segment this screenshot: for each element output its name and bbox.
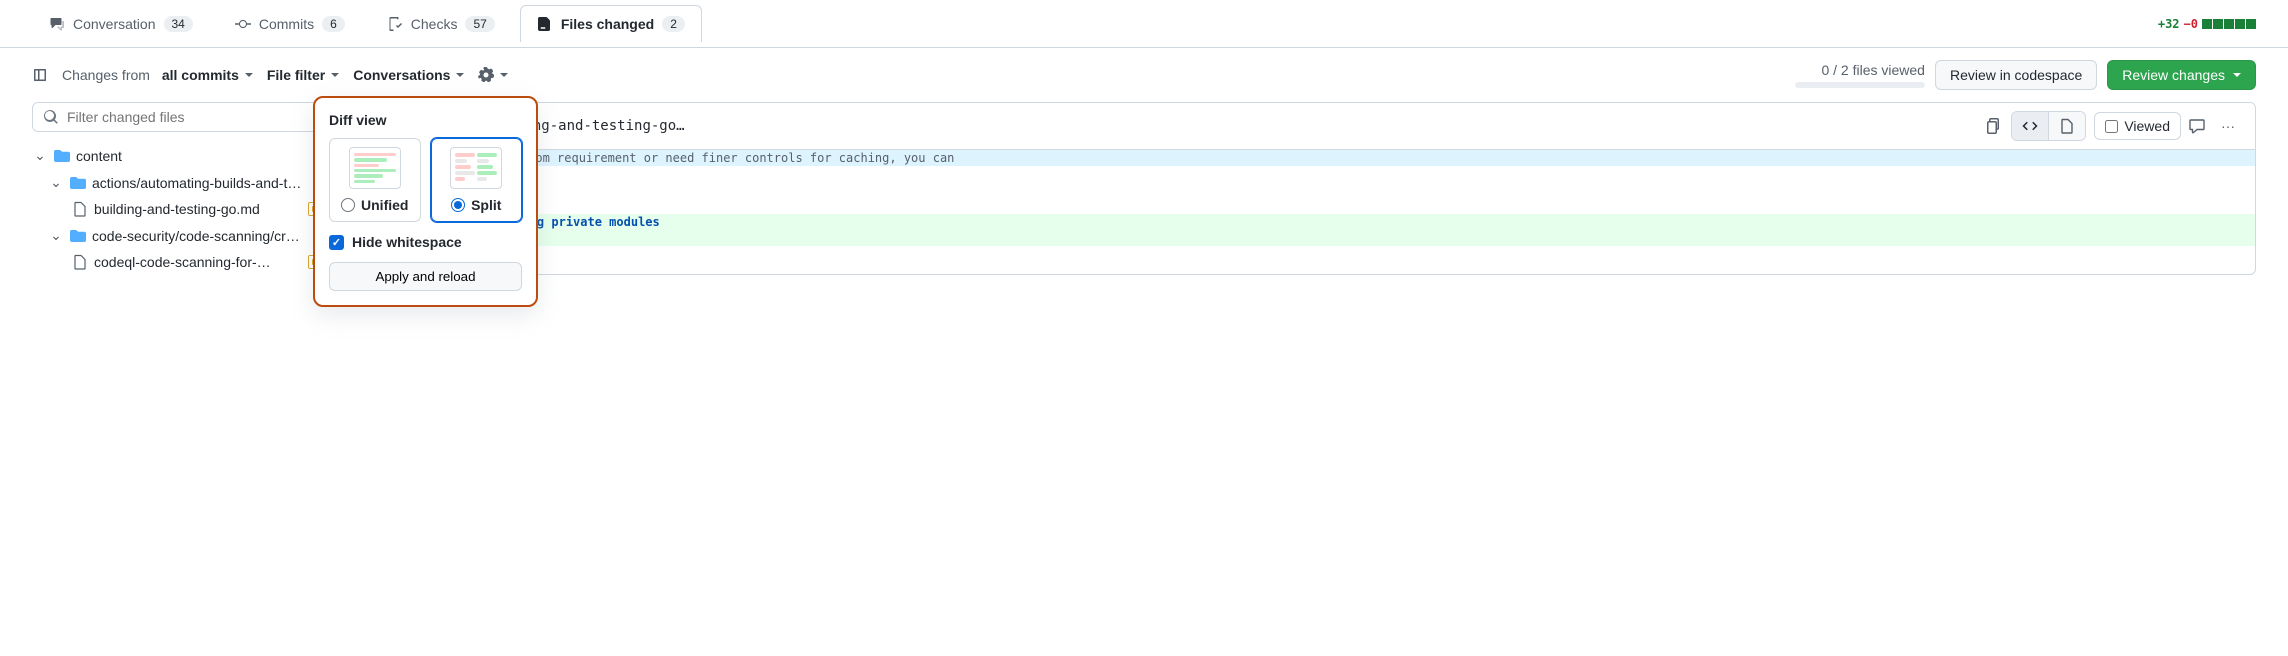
checklist-icon bbox=[387, 16, 403, 32]
tab-checks-count: 57 bbox=[465, 16, 494, 32]
radio-checked-icon bbox=[451, 198, 465, 212]
changes-from-value: all commits bbox=[162, 67, 239, 83]
changes-from-dropdown[interactable]: Changes from all commits bbox=[62, 67, 253, 83]
diff-row: 197 bbox=[339, 198, 2255, 214]
folder-icon bbox=[54, 148, 70, 164]
tree-file-codeql[interactable]: codeql-code-scanning-for-… bbox=[32, 249, 322, 275]
tree-label: content bbox=[76, 148, 322, 164]
tree-label: code-security/code-scanning/cr… bbox=[92, 228, 322, 244]
caret-down-icon bbox=[456, 73, 464, 77]
tab-files-count: 2 bbox=[662, 16, 685, 32]
code-icon bbox=[2022, 118, 2038, 134]
diff-file: ⌄ ds-and-tests/building-and-testing-go… … bbox=[338, 102, 2256, 275]
diff-row-addition: 198 + ### Accessing private modules bbox=[339, 214, 2255, 230]
file-menu-button[interactable]: ··· bbox=[2213, 114, 2243, 138]
sidebar-collapse-icon[interactable] bbox=[32, 67, 48, 83]
rendered-view-button[interactable] bbox=[2049, 112, 2085, 140]
chevron-down-icon: ⌄ bbox=[48, 227, 64, 244]
additions-count: +32 bbox=[2158, 17, 2180, 31]
tab-conversation-label: Conversation bbox=[73, 16, 156, 32]
tab-files-changed[interactable]: Files changed 2 bbox=[520, 5, 702, 42]
git-commit-icon bbox=[235, 16, 251, 32]
copy-icon[interactable] bbox=[1985, 118, 2001, 134]
hide-whitespace-checkbox[interactable]: ✓ Hide whitespace bbox=[329, 234, 522, 250]
changes-from-prefix: Changes from bbox=[62, 67, 150, 83]
file-filter-dropdown[interactable]: File filter bbox=[267, 67, 339, 83]
diff-settings-popover: Diff view Unified bbox=[313, 96, 538, 307]
tab-files-label: Files changed bbox=[561, 16, 654, 32]
file-path: ds-and-tests/building-and-testing-go… bbox=[373, 118, 1976, 134]
tree-label: building-and-testing-go.md bbox=[94, 201, 302, 217]
popover-title: Diff view bbox=[329, 112, 522, 128]
split-preview-icon bbox=[450, 147, 502, 189]
unified-preview-icon bbox=[349, 147, 401, 189]
diff-view-split-option[interactable]: Split bbox=[431, 138, 523, 222]
chevron-down-icon: ⌄ bbox=[32, 147, 48, 164]
tab-conversation-count: 34 bbox=[164, 16, 193, 32]
diff-row: 195 bbox=[339, 166, 2255, 182]
tree-label: codeql-code-scanning-for-… bbox=[94, 254, 302, 270]
file-tree-panel: ⌄ content ⌄ actions/automating-builds-an… bbox=[32, 102, 322, 275]
search-icon bbox=[43, 109, 59, 125]
tab-checks-label: Checks bbox=[411, 16, 458, 32]
tab-commits-label: Commits bbox=[259, 16, 314, 32]
hunk-text: you have a custom requirement or need fi… bbox=[419, 150, 2255, 166]
comment-discussion-icon bbox=[49, 16, 65, 32]
checkbox-checked-icon: ✓ bbox=[329, 235, 344, 250]
tab-commits-count: 6 bbox=[322, 16, 345, 32]
file-icon bbox=[72, 254, 88, 270]
radio-icon bbox=[341, 198, 355, 212]
code-cell: {% endif %} bbox=[442, 182, 2255, 198]
diff-view-unified-option[interactable]: Unified bbox=[329, 138, 421, 222]
filter-files-input-wrap[interactable] bbox=[32, 102, 322, 132]
folder-icon bbox=[70, 175, 86, 191]
display-mode-toggle bbox=[2011, 111, 2086, 141]
file-header: ⌄ ds-and-tests/building-and-testing-go… … bbox=[339, 103, 2255, 150]
conversations-dropdown[interactable]: Conversations bbox=[353, 67, 464, 83]
tab-conversation[interactable]: Conversation 34 bbox=[32, 5, 210, 42]
caret-down-icon bbox=[500, 73, 508, 77]
caret-down-icon bbox=[331, 73, 339, 77]
diff-settings-dropdown[interactable] bbox=[478, 67, 508, 83]
tab-commits[interactable]: Commits 6 bbox=[218, 5, 362, 42]
caret-down-icon bbox=[2233, 73, 2241, 77]
tree-folder-actions[interactable]: ⌄ actions/automating-builds-and-t… bbox=[32, 169, 322, 196]
deletions-count: −0 bbox=[2184, 17, 2198, 31]
diff-blocks bbox=[2202, 19, 2256, 29]
viewed-checkbox-input[interactable] bbox=[2105, 120, 2118, 133]
gear-icon bbox=[478, 67, 494, 83]
pr-tabnav: Conversation 34 Commits 6 Checks 57 File… bbox=[0, 0, 2288, 48]
diff-table: you have a custom requirement or need fi… bbox=[339, 150, 2255, 246]
files-viewed-progress: 0 / 2 files viewed bbox=[1795, 62, 1925, 88]
caret-down-icon bbox=[245, 73, 253, 77]
file-icon bbox=[72, 201, 88, 217]
chevron-down-icon: ⌄ bbox=[48, 174, 64, 191]
tree-folder-security[interactable]: ⌄ code-security/code-scanning/cr… bbox=[32, 222, 322, 249]
file-diff-icon bbox=[537, 16, 553, 32]
comment-icon[interactable] bbox=[2189, 118, 2205, 134]
diff-row-addition: 199 + bbox=[339, 230, 2255, 246]
file-icon bbox=[2059, 118, 2075, 134]
source-view-button[interactable] bbox=[2012, 112, 2049, 140]
files-viewed-label: 0 / 2 files viewed bbox=[1821, 62, 1925, 78]
tree-file-building[interactable]: building-and-testing-go.md bbox=[32, 196, 322, 222]
review-changes-button[interactable]: Review changes bbox=[2107, 60, 2256, 90]
folder-icon bbox=[70, 228, 86, 244]
pr-toolbar: Changes from all commits File filter Con… bbox=[0, 48, 2288, 102]
code-cell: ### Accessing private modules bbox=[442, 214, 2255, 230]
hunk-header-row: you have a custom requirement or need fi… bbox=[339, 150, 2255, 166]
tree-label: actions/automating-builds-and-t… bbox=[92, 175, 322, 191]
progress-bar bbox=[1795, 82, 1925, 88]
apply-and-reload-button[interactable]: Apply and reload bbox=[329, 262, 522, 291]
tab-checks[interactable]: Checks 57 bbox=[370, 5, 512, 42]
filter-files-input[interactable] bbox=[67, 109, 311, 125]
review-in-codespace-button[interactable]: Review in codespace bbox=[1935, 60, 2097, 90]
diff-stats: +32 −0 bbox=[2158, 17, 2256, 31]
tree-root-folder[interactable]: ⌄ content bbox=[32, 142, 322, 169]
diff-row: 196 {% endif %} bbox=[339, 182, 2255, 198]
viewed-checkbox[interactable]: Viewed bbox=[2094, 112, 2181, 140]
